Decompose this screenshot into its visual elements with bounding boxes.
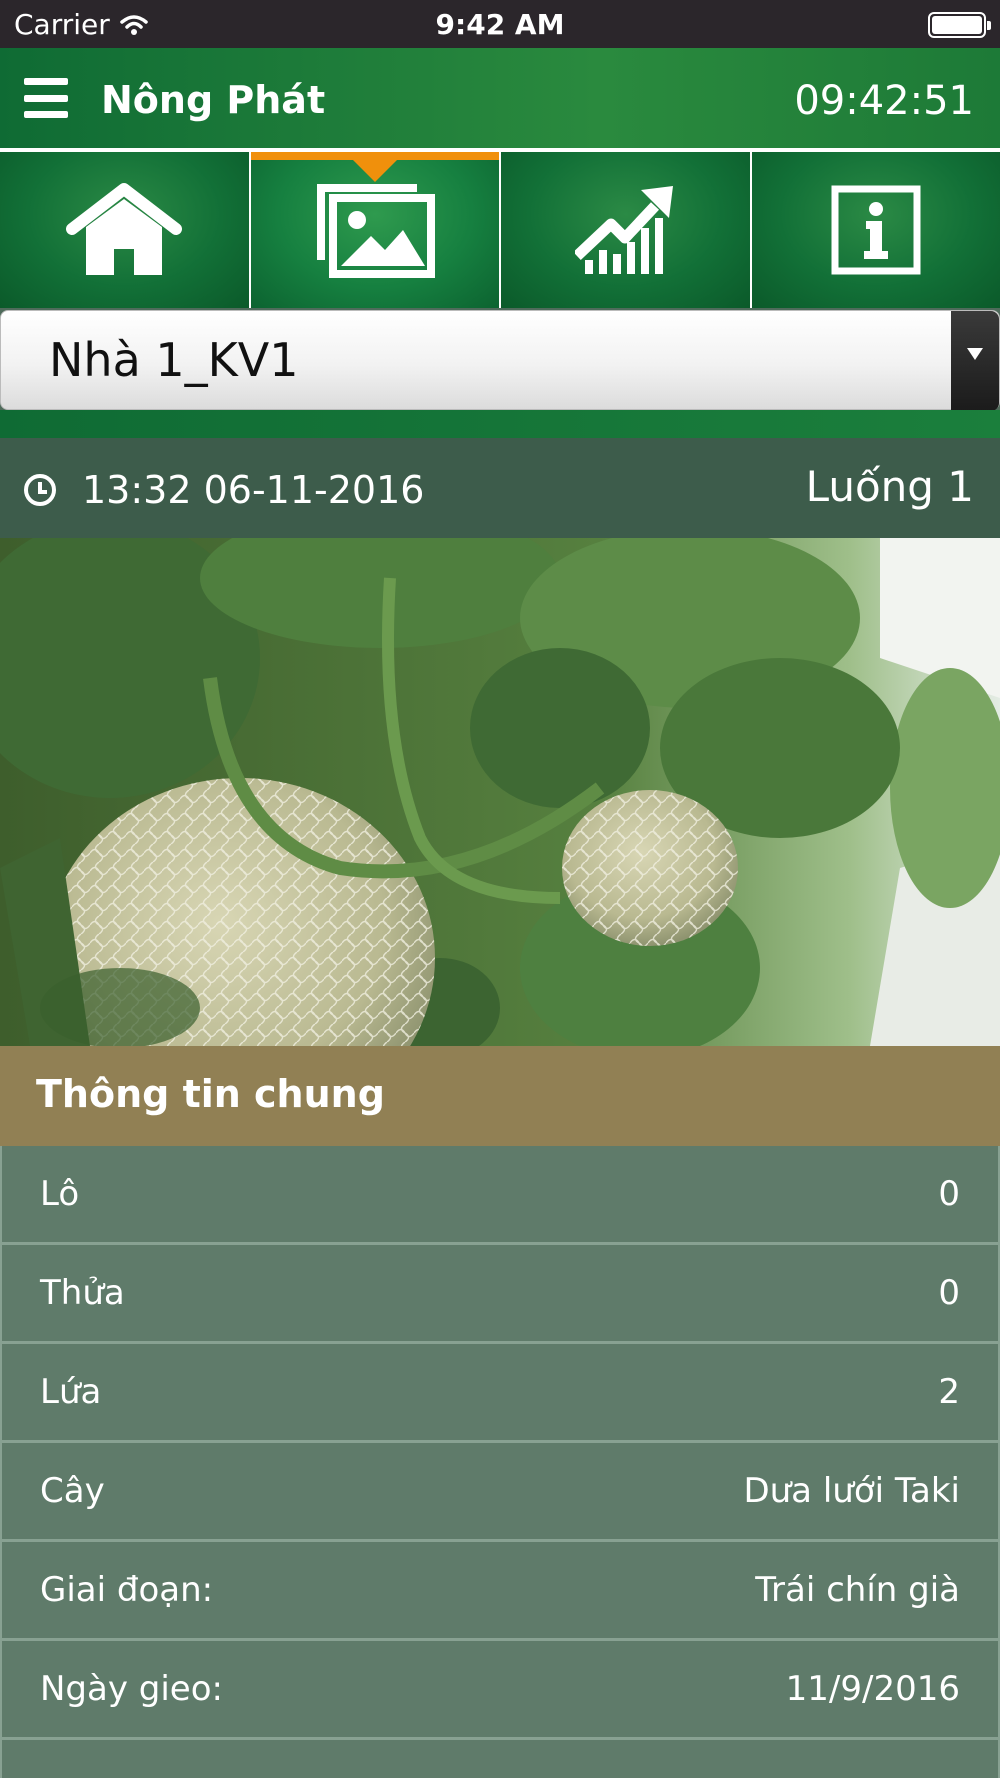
location-select[interactable]: Nhà 1_KV1 — [0, 310, 1000, 411]
detail-label: Giai đoạn: — [40, 1570, 214, 1610]
status-time: 9:42 AM — [435, 8, 565, 41]
clock-icon — [24, 474, 56, 506]
detail-value: 0 — [938, 1273, 960, 1313]
menu-icon[interactable] — [24, 78, 68, 118]
detail-value: 2 — [938, 1372, 960, 1412]
tab-info[interactable] — [751, 152, 1000, 308]
location-select-value: Nhà 1_KV1 — [49, 333, 299, 387]
detail-label: Thửa — [40, 1273, 125, 1313]
home-icon — [66, 183, 183, 275]
detail-label: Lô — [40, 1174, 80, 1214]
divider — [0, 410, 1000, 438]
section-header: Thông tin chung — [0, 1046, 1000, 1146]
chevron-down-icon[interactable] — [951, 311, 999, 411]
capture-info-bar: 13:32 06-11-2016 Luống 1 — [0, 438, 1000, 538]
crop-photo — [0, 538, 1000, 1046]
detail-value: 11/9/2016 — [785, 1669, 960, 1709]
detail-label: Ngày gieo: — [40, 1669, 223, 1709]
capture-datetime: 13:32 06-11-2016 — [82, 468, 425, 512]
detail-row — [0, 1740, 1000, 1778]
gallery-icon — [316, 184, 435, 278]
detail-value: Trái chín già — [755, 1570, 960, 1610]
app-header: Nông Phát 09:42:51 — [0, 48, 1000, 152]
header-clock: 09:42:51 — [794, 78, 974, 124]
tab-home[interactable] — [0, 152, 249, 308]
tab-gallery[interactable] — [250, 152, 499, 308]
detail-list: Lô 0 Thửa 0 Lứa 2 Cây Dưa lưới Taki Giai… — [0, 1146, 1000, 1778]
detail-row: Ngày gieo: 11/9/2016 — [0, 1641, 1000, 1740]
status-bar: Carrier 9:42 AM — [0, 0, 1000, 48]
detail-value: 0 — [938, 1174, 960, 1214]
detail-value: Dưa lưới Taki — [743, 1471, 960, 1511]
detail-row: Lứa 2 — [0, 1344, 1000, 1443]
detail-row: Lô 0 — [0, 1146, 1000, 1245]
section-title: Thông tin chung — [36, 1072, 385, 1116]
tab-bar — [0, 152, 1000, 308]
detail-row: Cây Dưa lưới Taki — [0, 1443, 1000, 1542]
chart-icon — [575, 186, 674, 274]
detail-row: Thửa 0 — [0, 1245, 1000, 1344]
detail-label: Cây — [40, 1471, 105, 1511]
tab-chart[interactable] — [501, 152, 750, 308]
line-label: Luống 1 — [805, 462, 974, 511]
detail-label: Lứa — [40, 1372, 102, 1412]
app-title: Nông Phát — [101, 78, 326, 122]
detail-row: Giai đoạn: Trái chín già — [0, 1542, 1000, 1641]
battery-icon — [928, 12, 991, 38]
info-icon — [831, 185, 921, 275]
